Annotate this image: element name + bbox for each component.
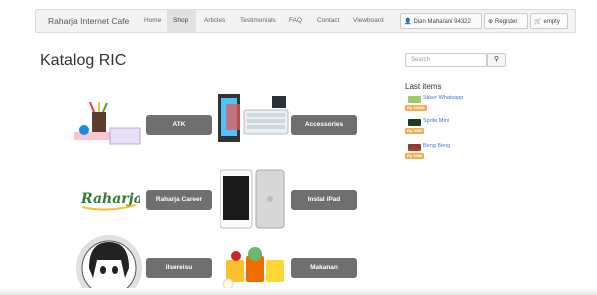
item-thumbnail [408, 144, 421, 151]
item-thumbnail [408, 119, 421, 126]
nav-viewboard[interactable]: Viewboard [353, 17, 384, 24]
category-accessories-button[interactable]: Accessories [291, 115, 357, 135]
item-link[interactable]: Stiker Whatsapp [423, 95, 463, 101]
makanan-image[interactable] [218, 246, 290, 290]
brand-link[interactable]: Raharja Internet Cafe [48, 16, 129, 26]
last-items-title: Last items [405, 82, 442, 91]
last-item: Beng Beng Rp 2000 [405, 143, 525, 162]
price-badge: Rp 20000 [405, 105, 427, 111]
search-button[interactable]: ⚲ [487, 53, 506, 67]
ipad-image[interactable] [220, 168, 286, 230]
item-link[interactable]: Beng Beng [423, 143, 450, 149]
item-thumbnail [408, 96, 421, 103]
atk-image[interactable] [72, 102, 144, 148]
user-icon: 👤 [404, 19, 412, 25]
cart-button[interactable]: 🛒 empty [530, 13, 568, 29]
category-instal-ipad-button[interactable]: Instal iPad [291, 190, 357, 210]
last-item: Sprite Mini Rp 3000 [405, 118, 525, 137]
category-makanan-button[interactable]: Makanan [291, 258, 357, 278]
category-atk-button[interactable]: ATK [146, 115, 212, 135]
nav-shop[interactable]: Shop [173, 17, 188, 24]
last-item: Stiker Whatsapp Rp 20000 [405, 95, 525, 114]
category-raharja-career-button[interactable]: Raharja Career [146, 190, 212, 210]
cart-icon: 🛒 [534, 19, 542, 25]
accessories-image[interactable] [218, 94, 290, 144]
page-fade [0, 288, 597, 295]
register-button[interactable]: ⊕ Register [484, 13, 528, 29]
cart-label: empty [543, 19, 560, 25]
register-icon: ⊕ [488, 19, 494, 25]
user-name: Dian Maharani 94322 [413, 19, 471, 25]
search-icon: ⚲ [493, 56, 500, 63]
nav-faq[interactable]: FAQ [289, 17, 302, 24]
category-ilsereisu-button[interactable]: Ilsereisu [146, 258, 212, 278]
svg-text:Raharja: Raharja [80, 191, 140, 207]
raharja-logo[interactable]: Raharja [78, 185, 143, 215]
user-menu[interactable]: 👤 Dian Maharani 94322 [400, 13, 482, 29]
nav-articles[interactable]: Articles [204, 17, 225, 24]
price-badge: Rp 3000 [405, 128, 425, 134]
nav-contact[interactable]: Contact [317, 17, 339, 24]
page-title: Katalog RIC [40, 52, 127, 69]
ilsereisu-image[interactable] [75, 234, 143, 294]
register-label: Register [495, 19, 518, 25]
nav-home[interactable]: Home [144, 17, 161, 24]
price-badge: Rp 2000 [405, 153, 425, 159]
search-input[interactable]: Search [405, 53, 487, 67]
item-link[interactable]: Sprite Mini [423, 118, 449, 124]
top-navbar: Raharja Internet Cafe Home Shop Articles… [35, 9, 576, 33]
nav-testimonials[interactable]: Testimonials [240, 17, 276, 24]
